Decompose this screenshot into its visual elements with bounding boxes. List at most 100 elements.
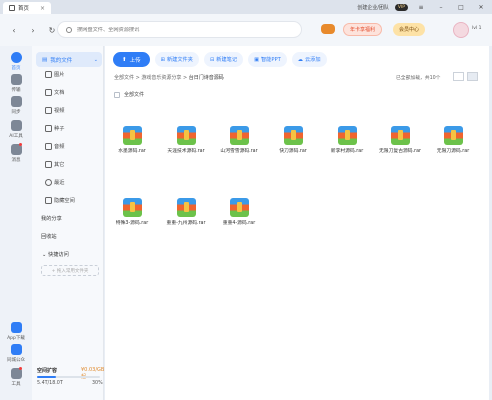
ppt-icon: ▣ bbox=[254, 56, 259, 63]
cloud-add-button[interactable]: ☁ 云添加 bbox=[291, 52, 327, 67]
rar-archive-icon bbox=[122, 126, 142, 145]
sidebar-item-my-shares[interactable]: 我的分享 bbox=[41, 215, 62, 222]
sidebar-item-my-files[interactable]: ▤ 我的文件 ⌄ bbox=[36, 52, 102, 67]
rail-item-public[interactable]: 同城公众 bbox=[0, 344, 32, 363]
file-item[interactable]: 山河雪雪源码.rar bbox=[212, 126, 266, 155]
storage-price[interactable]: ¥0.03/GB起 bbox=[81, 367, 104, 380]
sidebar-item-torrents[interactable]: 种子 bbox=[45, 125, 64, 132]
sidebar-item-label: 隐藏空间 bbox=[54, 198, 75, 204]
file-item[interactable]: 水墨源码.rar bbox=[105, 126, 159, 155]
sidebar-item-label: 音频 bbox=[54, 144, 65, 150]
sidebar-item-recent[interactable]: 最近 bbox=[45, 179, 65, 186]
file-item[interactable]: 重重-九州源码.rar bbox=[159, 198, 213, 227]
minimize-icon[interactable]: – bbox=[434, 4, 448, 11]
breadcrumb-root[interactable]: 全部文件 bbox=[114, 75, 134, 81]
file-item[interactable]: 重重4-源码.rar bbox=[212, 198, 266, 227]
grid-view-icon[interactable] bbox=[467, 72, 478, 81]
rar-archive-icon bbox=[176, 126, 196, 145]
tab-home[interactable]: 首页 × bbox=[3, 2, 52, 14]
rail-item-sync[interactable]: 同步 bbox=[0, 96, 32, 115]
select-all-row[interactable]: 全部文件 bbox=[114, 91, 144, 98]
file-name: 天涯技术源码.rar bbox=[167, 149, 205, 154]
public-account-icon bbox=[10, 344, 22, 355]
cloud-icon: ☁ bbox=[297, 56, 303, 63]
rail-item-home[interactable]: 首页 bbox=[0, 52, 32, 71]
file-name: 新李村源码.rar bbox=[330, 149, 364, 154]
file-item[interactable]: 无限刀源码.rar bbox=[426, 126, 480, 155]
list-view-icon[interactable] bbox=[453, 72, 464, 81]
new-note-button[interactable]: ⊟ 新建笔记 bbox=[203, 52, 244, 67]
menu-icon[interactable]: ≡ bbox=[414, 4, 428, 11]
rar-archive-icon bbox=[122, 198, 142, 217]
rail-label: 同步 bbox=[11, 110, 21, 115]
rail-label: 首页 bbox=[11, 66, 21, 71]
select-all-checkbox[interactable] bbox=[114, 91, 120, 98]
quick-access-title[interactable]: ⌄ 快捷访问 bbox=[42, 251, 69, 258]
unread-dot bbox=[19, 143, 22, 146]
search-icon bbox=[66, 26, 72, 33]
rail-item-tools[interactable]: 工具 bbox=[0, 367, 32, 387]
sidebar-item-other[interactable]: 其它 bbox=[45, 161, 64, 168]
breadcrumb-folder[interactable]: 游戏音乐资源分享 bbox=[141, 75, 181, 81]
quick-access-drop-zone[interactable]: + 拖入常用文件夹 bbox=[41, 265, 99, 276]
rail-item-transfer[interactable]: 传输 bbox=[0, 74, 32, 93]
lock-icon bbox=[45, 197, 52, 204]
image-icon bbox=[45, 71, 52, 78]
tools-dot bbox=[19, 367, 22, 370]
clock-icon bbox=[45, 179, 52, 186]
file-item[interactable]: 天涯技术源码.rar bbox=[159, 126, 213, 155]
rail-item-ai-tools[interactable]: AI工具 bbox=[0, 120, 32, 139]
sidebar-item-label: 视频 bbox=[54, 108, 65, 114]
rar-archive-icon bbox=[229, 126, 249, 145]
rail-label: App下载 bbox=[7, 336, 25, 341]
file-item[interactable]: 无限刀复古源码.rar bbox=[373, 126, 427, 155]
sidebar-item-label: 图片 bbox=[54, 72, 65, 78]
file-item[interactable]: 特殊3-源码.rar bbox=[105, 198, 159, 227]
upload-button[interactable]: ⬆ 上传 bbox=[113, 52, 150, 67]
search-box[interactable] bbox=[57, 21, 302, 38]
member-center-button[interactable]: 会员中心 bbox=[393, 23, 426, 36]
top-toolbar: ‹ › ↻ 年卡享福利 会员中心 lvl 1 bbox=[0, 14, 492, 46]
avatar[interactable] bbox=[453, 22, 469, 38]
rail-label: 工具 bbox=[11, 382, 21, 387]
file-item[interactable]: 快刀源码.rar bbox=[266, 126, 320, 155]
user-level: lvl 1 bbox=[472, 26, 482, 31]
smart-ppt-button[interactable]: ▣ 智能PPT bbox=[248, 52, 287, 67]
storage-progress-fill bbox=[37, 376, 56, 378]
sidebar-item-label: 最近 bbox=[54, 180, 65, 186]
rar-archive-icon bbox=[229, 198, 249, 217]
sidebar-item-recycle-bin[interactable]: 回收站 bbox=[41, 233, 57, 240]
file-browser: ⬆ 上传 ⊞ 新建文件夹 ⊟ 新建笔记 ▣ 智能PPT ☁ 云添加 全部文件 > 游戏音乐… bbox=[105, 46, 489, 400]
forward-icon[interactable]: › bbox=[28, 26, 38, 35]
vip-badge: VIP bbox=[394, 3, 408, 11]
game-icon[interactable] bbox=[321, 24, 335, 34]
document-icon bbox=[45, 89, 52, 96]
storage-expand-label[interactable]: 空间扩容 bbox=[37, 367, 57, 374]
rail-label: 消息 bbox=[11, 158, 21, 163]
create-org-link[interactable]: 创建企业/团队 bbox=[357, 4, 389, 11]
folder-icon: ▤ bbox=[42, 56, 48, 63]
rar-archive-icon bbox=[337, 126, 357, 145]
promo-button[interactable]: 年卡享福利 bbox=[343, 23, 383, 36]
sidebar-item-audio[interactable]: 音频 bbox=[45, 143, 65, 150]
rail-item-messages[interactable]: 消息 bbox=[0, 143, 32, 163]
new-folder-button[interactable]: ⊞ 新建文件夹 bbox=[154, 52, 199, 67]
upload-label: 上传 bbox=[129, 57, 141, 64]
breadcrumb-separator: > bbox=[181, 75, 189, 81]
search-input[interactable] bbox=[77, 26, 277, 33]
maximize-icon[interactable]: □ bbox=[454, 4, 468, 11]
sidebar-item-videos[interactable]: 视频 bbox=[45, 107, 65, 114]
note-icon: ⊟ bbox=[209, 56, 215, 63]
file-name: 无限刀复古源码.rar bbox=[379, 149, 421, 154]
refresh-icon[interactable]: ↻ bbox=[47, 26, 57, 35]
back-icon[interactable]: ‹ bbox=[9, 26, 19, 35]
rail-item-app-download[interactable]: App下载 bbox=[0, 322, 32, 341]
window-close-icon[interactable]: ✕ bbox=[474, 4, 488, 11]
breadcrumb-current: 台日门诗音源码 bbox=[188, 75, 224, 81]
sidebar-item-hidden-space[interactable]: 隐藏空间 bbox=[45, 197, 75, 204]
close-tab-icon[interactable]: × bbox=[40, 5, 45, 12]
sidebar-item-documents[interactable]: 文档 bbox=[45, 89, 64, 96]
app-download-icon bbox=[10, 322, 22, 333]
file-item[interactable]: 新李村源码.rar bbox=[320, 126, 374, 155]
sidebar-item-images[interactable]: 图片 bbox=[45, 71, 65, 78]
